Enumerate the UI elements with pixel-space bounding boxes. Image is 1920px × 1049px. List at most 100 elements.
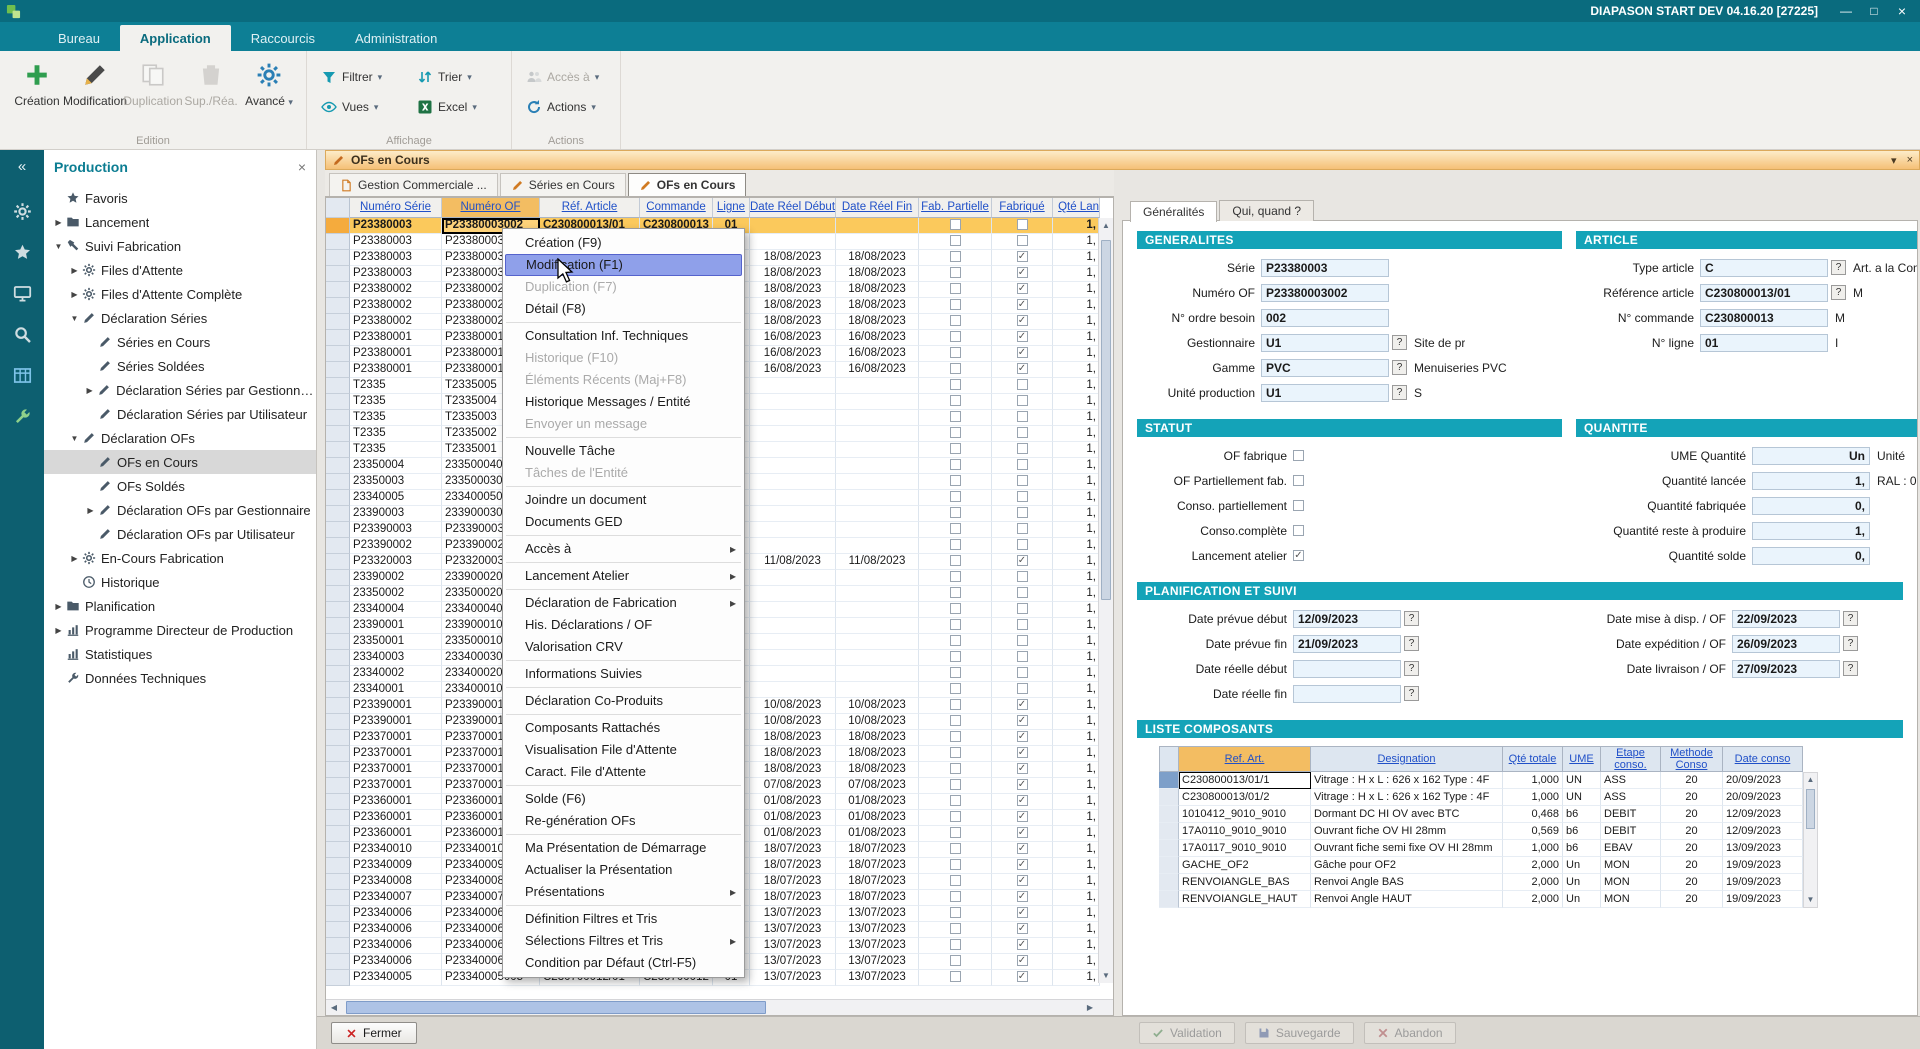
field-input[interactable]: 002 <box>1261 309 1389 327</box>
fab-partielle-checkbox[interactable] <box>950 907 961 918</box>
status-checkbox[interactable] <box>1293 550 1304 561</box>
fabrique-checkbox[interactable] <box>1017 731 1028 742</box>
fabrique-checkbox[interactable] <box>1017 715 1028 726</box>
context-menu-item[interactable]: Historique (F10) <box>503 347 744 369</box>
row-selector[interactable] <box>1159 772 1179 789</box>
date-input[interactable]: 22/09/2023 <box>1732 610 1840 628</box>
fabrique-checkbox[interactable] <box>1017 779 1028 790</box>
context-menu-item[interactable]: Informations Suivies <box>503 663 744 685</box>
wrench-icon[interactable] <box>13 407 32 426</box>
sidebar-item[interactable]: Séries en Cours <box>44 330 316 354</box>
row-selector[interactable] <box>1159 891 1179 908</box>
column-header-sorted[interactable]: Numéro OF <box>442 198 540 218</box>
fab-partielle-checkbox[interactable] <box>950 667 961 678</box>
close-icon[interactable]: × <box>1907 154 1913 166</box>
fab-partielle-checkbox[interactable] <box>950 731 961 742</box>
fabrique-checkbox[interactable] <box>1017 411 1028 422</box>
menu-tab[interactable]: Administration <box>335 25 457 51</box>
fabrique-checkbox[interactable] <box>1017 811 1028 822</box>
row-selector[interactable] <box>326 890 350 906</box>
vues-button[interactable]: Vues ▾ <box>315 96 407 118</box>
column-header[interactable]: Date Réel Début <box>750 198 836 218</box>
row-selector[interactable] <box>326 586 350 602</box>
expander-icon[interactable] <box>68 290 81 299</box>
row-selector[interactable] <box>1159 789 1179 806</box>
fabrique-checkbox[interactable] <box>1017 251 1028 262</box>
fabrique-checkbox[interactable] <box>1017 859 1028 870</box>
column-header[interactable]: Date Réel Fin <box>836 198 919 218</box>
status-checkbox[interactable] <box>1293 525 1304 536</box>
context-menu-item[interactable]: Caract. File d'Attente <box>503 761 744 783</box>
fabrique-checkbox[interactable] <box>1017 347 1028 358</box>
context-menu-item[interactable]: Ma Présentation de Démarrage <box>503 837 744 859</box>
lookup-button[interactable] <box>1843 611 1858 626</box>
row-selector[interactable] <box>326 490 350 506</box>
row-selector[interactable] <box>326 442 350 458</box>
fab-partielle-checkbox[interactable] <box>950 891 961 902</box>
lookup-button[interactable] <box>1392 335 1407 350</box>
fab-partielle-checkbox[interactable] <box>950 939 961 950</box>
excel-button[interactable]: Excel ▾ <box>411 96 503 118</box>
fabrique-checkbox[interactable] <box>1017 427 1028 438</box>
date-input[interactable]: 12/09/2023 <box>1293 610 1401 628</box>
row-selector[interactable] <box>326 634 350 650</box>
expander-icon[interactable] <box>52 602 65 611</box>
field-input[interactable]: 1, <box>1752 522 1870 540</box>
context-menu-item[interactable]: Visualisation File d'Attente <box>503 739 744 761</box>
fab-partielle-checkbox[interactable] <box>950 507 961 518</box>
context-menu-item[interactable]: Éléments Récents (Maj+F8) <box>503 369 744 391</box>
fabrique-checkbox[interactable] <box>1017 235 1028 246</box>
close-button[interactable] <box>1888 1 1916 21</box>
fab-partielle-checkbox[interactable] <box>950 571 961 582</box>
fabrique-checkbox[interactable] <box>1017 939 1028 950</box>
row-selector[interactable] <box>326 250 350 266</box>
context-menu-item[interactable]: Consultation Inf. Techniques <box>503 325 744 347</box>
sidebar-item[interactable]: OFs Soldés <box>44 474 316 498</box>
row-selector[interactable] <box>326 858 350 874</box>
context-menu-item[interactable]: Déclaration de Fabrication <box>503 592 744 614</box>
sidebar-item[interactable]: Déclaration OFs par Gestionnaire <box>44 498 316 522</box>
fab-partielle-checkbox[interactable] <box>950 587 961 598</box>
fabrique-checkbox[interactable] <box>1017 395 1028 406</box>
menu-tab[interactable]: Bureau <box>38 25 120 51</box>
fab-partielle-checkbox[interactable] <box>950 763 961 774</box>
fabrique-checkbox[interactable] <box>1017 459 1028 470</box>
row-selector[interactable] <box>326 362 350 378</box>
fab-partielle-checkbox[interactable] <box>950 427 961 438</box>
tab-generalites[interactable]: Généralités <box>1130 201 1217 222</box>
row-selector[interactable] <box>326 826 350 842</box>
row-selector[interactable] <box>326 522 350 538</box>
fab-partielle-checkbox[interactable] <box>950 619 961 630</box>
fab-partielle-checkbox[interactable] <box>950 651 961 662</box>
fabrique-checkbox[interactable] <box>1017 891 1028 902</box>
scroll-left-icon[interactable]: ◀ <box>326 1000 342 1015</box>
modification-button[interactable]: Modification <box>66 56 124 108</box>
composant-row[interactable]: 1010412_9010_9010 Dormant DC HI OV avec … <box>1159 806 1818 823</box>
fab-partielle-checkbox[interactable] <box>950 251 961 262</box>
context-menu-item[interactable]: Valorisation CRV <box>503 636 744 658</box>
field-input[interactable]: C <box>1700 259 1828 277</box>
context-menu-item[interactable]: Définition Filtres et Tris <box>503 908 744 930</box>
column-header[interactable]: Ligne <box>713 198 750 218</box>
menu-tab[interactable]: Application <box>120 25 231 51</box>
document-tab[interactable]: Gestion Commerciale ... <box>329 173 498 196</box>
fabrique-checkbox[interactable] <box>1017 587 1028 598</box>
fab-partielle-checkbox[interactable] <box>950 395 961 406</box>
fabrique-checkbox[interactable] <box>1017 555 1028 566</box>
fabrique-checkbox[interactable] <box>1017 283 1028 294</box>
monitor-icon[interactable] <box>13 284 32 303</box>
row-selector[interactable] <box>326 874 350 890</box>
fab-partielle-checkbox[interactable] <box>950 843 961 854</box>
fab-partielle-checkbox[interactable] <box>950 683 961 694</box>
row-selector[interactable] <box>326 314 350 330</box>
scrollbar-thumb[interactable] <box>1806 789 1815 829</box>
column-header-sorted[interactable]: Ref. Art. <box>1179 746 1311 772</box>
gear-icon[interactable] <box>13 202 32 221</box>
column-header[interactable]: Date conso <box>1723 746 1803 772</box>
document-tab[interactable]: OFs en Cours <box>628 173 747 196</box>
scroll-right-icon[interactable]: ▶ <box>1082 1000 1098 1015</box>
filtrer-button[interactable]: Filtrer ▾ <box>315 66 407 88</box>
row-selector[interactable] <box>326 234 350 250</box>
fab-partielle-checkbox[interactable] <box>950 363 961 374</box>
expander-icon[interactable] <box>68 434 81 443</box>
